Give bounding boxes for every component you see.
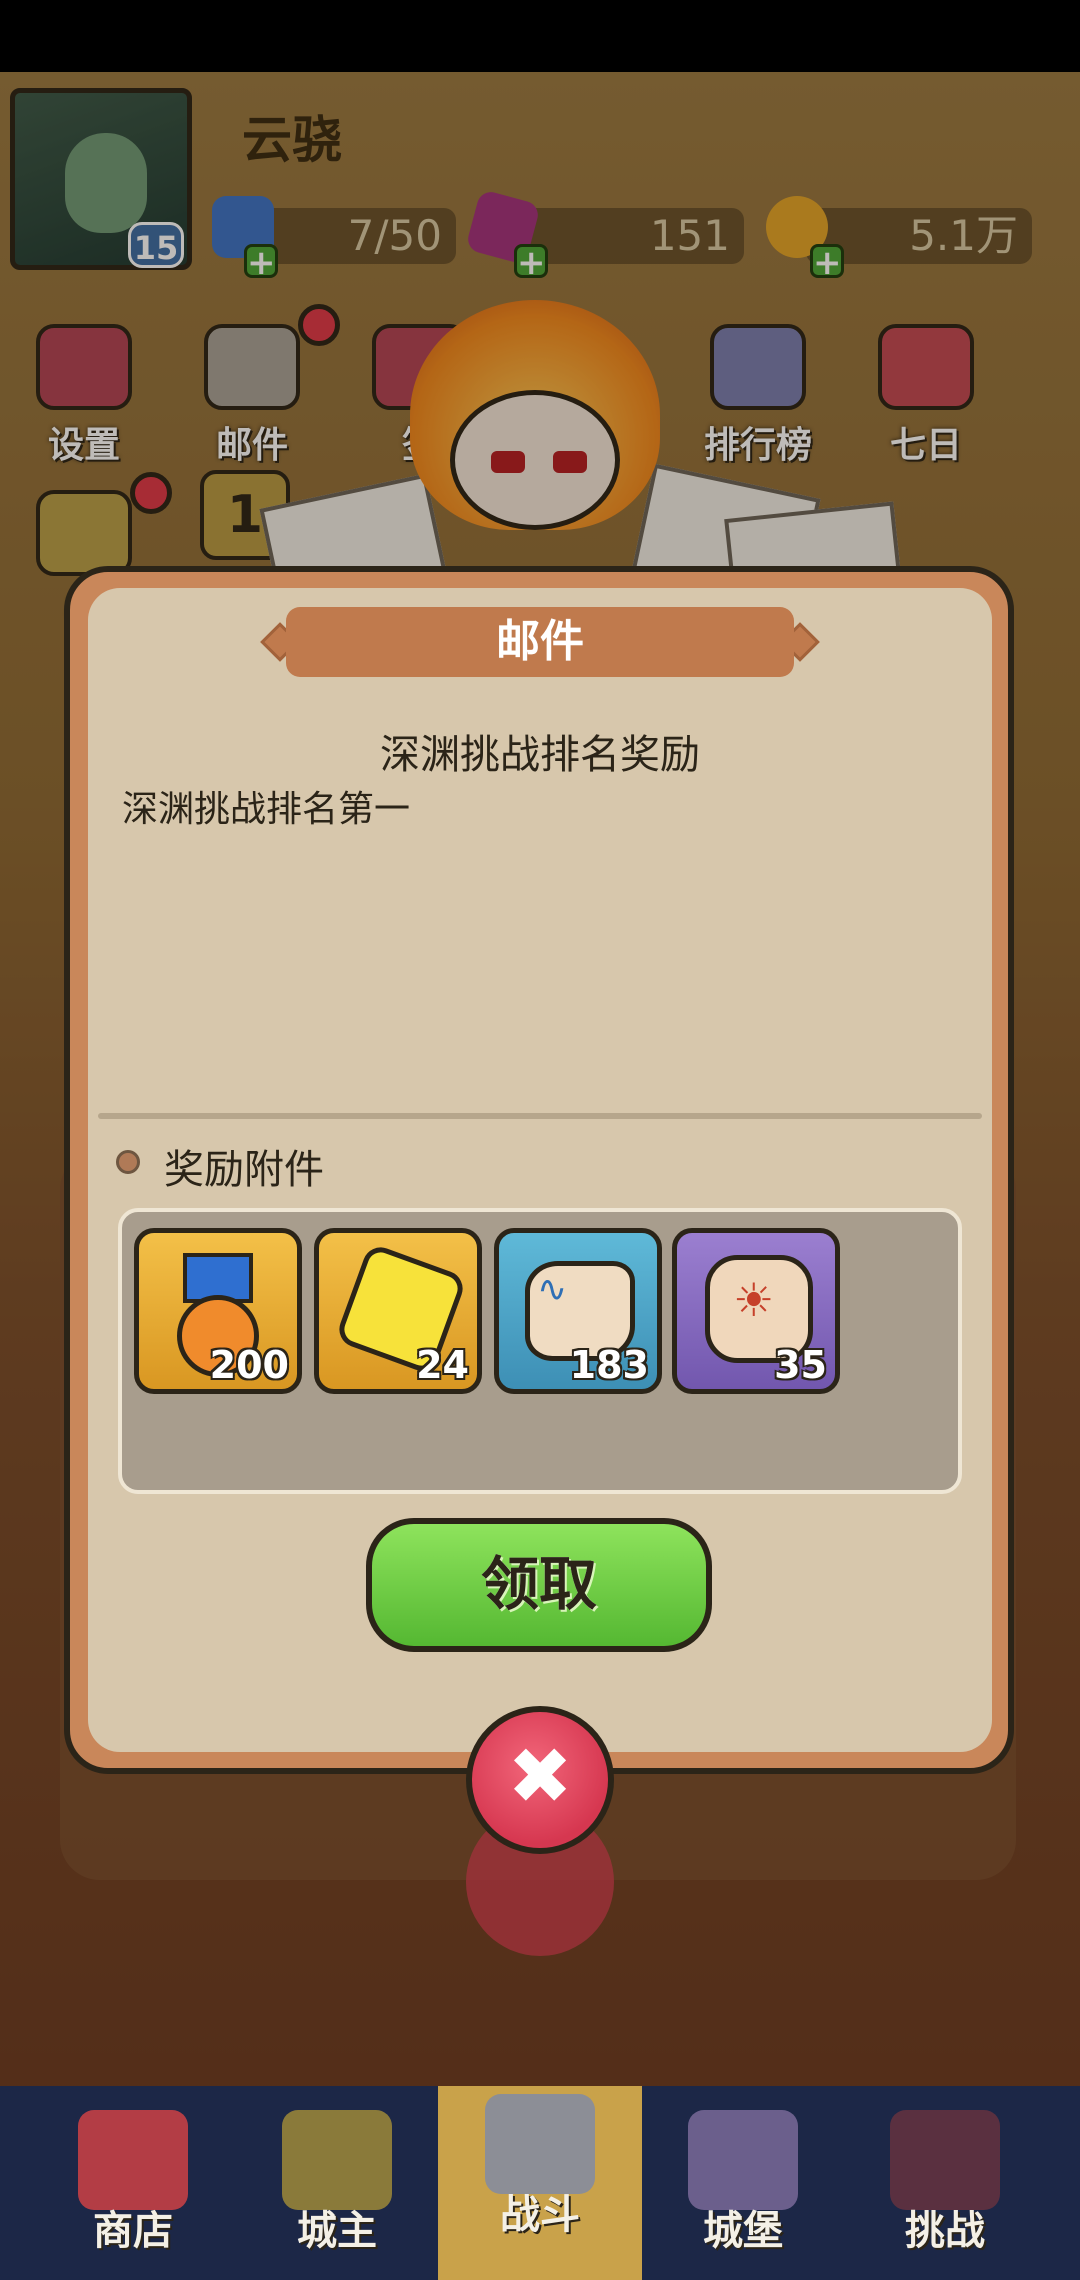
crown-icon [282,2110,392,2210]
reward-item[interactable]: 200 [134,1228,302,1394]
swords-icon [485,2094,595,2194]
bullet-icon [116,1150,140,1174]
nav-challenge[interactable]: 挑战 [870,2110,1020,2256]
nav-castle[interactable]: 城堡 [668,2110,818,2256]
reward-item[interactable]: ☀ 35 [672,1228,840,1394]
nav-shop[interactable]: 商店 [58,2110,208,2256]
nav-label: 挑战 [905,2208,985,2254]
nav-label: 战斗 [500,2192,580,2238]
item-count: 200 [209,1343,289,1387]
shop-icon [78,2110,188,2210]
divider [98,1113,982,1119]
nav-label: 城主 [297,2208,377,2254]
mail-body: 深渊挑战排名第一 [122,789,411,830]
sun-glyph: ☀ [733,1273,775,1327]
rune-glyph: ∿ [537,1269,568,1310]
nav-label: 城堡 [703,2208,783,2254]
close-button[interactable]: ✖ [466,1706,614,1854]
nav-lord[interactable]: 城主 [262,2110,412,2256]
castle-icon [688,2110,798,2210]
reward-item[interactable]: 24 [314,1228,482,1394]
nav-battle[interactable]: 战斗 [465,2094,615,2240]
item-count: 24 [416,1343,469,1387]
demon-icon [890,2110,1000,2210]
item-count: 35 [774,1343,827,1387]
claim-button[interactable]: 领取 [366,1518,712,1652]
mail-subject: 深渊挑战排名奖励 [380,732,700,778]
status-bar [0,0,1080,72]
nav-label: 商店 [93,2208,173,2254]
dialog-title: 邮件 [286,607,794,677]
reward-item[interactable]: ∿ 183 [494,1228,662,1394]
item-count: 183 [569,1343,649,1387]
attachments-label: 奖励附件 [164,1147,324,1193]
